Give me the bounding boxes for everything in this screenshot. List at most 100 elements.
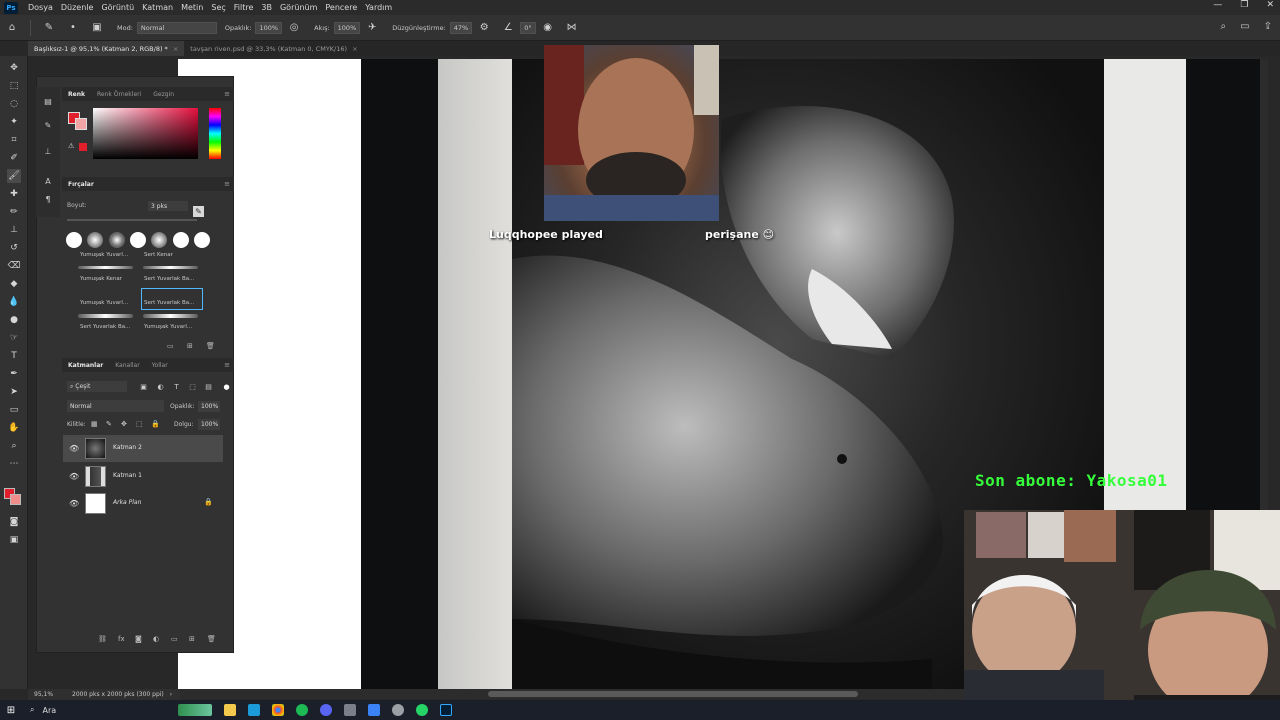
pressure-opacity-icon[interactable]: ◎ [287,21,301,35]
menu-3b[interactable]: 3B [257,3,276,12]
close-tab-icon[interactable]: × [173,45,178,53]
paint-bucket-icon[interactable]: ◆ [7,277,21,291]
symmetry-icon[interactable]: ⋈ [565,21,579,35]
marquee-tool-icon[interactable]: ⬚ [7,79,21,93]
adjustment-layer-icon[interactable]: ◐ [153,635,159,643]
share-icon[interactable]: ⇪ [1264,21,1272,32]
pixel-filter-icon[interactable]: ▣ [139,382,148,391]
lock-transparency-icon[interactable]: ▦ [91,420,98,428]
trash-icon[interactable]: 🗑 [206,342,215,350]
lock-pixels-icon[interactable]: ✎ [106,420,112,428]
crop-tool-icon[interactable]: ⌗ [7,133,21,147]
menu-pencere[interactable]: Pencere [321,3,361,12]
chrome-icon[interactable] [272,704,284,716]
tab-fircalar[interactable]: Fırçalar [62,181,100,188]
layer-mask-icon[interactable]: ◙ [135,635,142,643]
lasso-tool-icon[interactable]: ◌ [7,97,21,111]
smudge-tool-icon[interactable]: ☞ [7,331,21,345]
brush-tip[interactable] [66,232,82,248]
obs-icon[interactable] [344,704,356,716]
brush-tool-icon[interactable]: 🖌 [7,169,21,183]
screen-mode-icon[interactable]: ▣ [7,533,21,547]
minimize-icon[interactable]: — [1213,0,1222,10]
document-info[interactable]: 2000 pks x 2000 pks (300 ppi) [72,691,164,698]
layer-row[interactable]: 👁 Katman 2 [63,435,223,462]
brush-tip[interactable] [151,232,167,248]
color-picker-field[interactable] [93,108,198,159]
type-tool-icon[interactable]: T [7,349,21,363]
new-layer-icon[interactable]: ⊞ [189,635,195,643]
color-panel-background[interactable] [75,118,87,130]
tab-document-2[interactable]: tavşan riven.psd @ 33,3% (Katman 0, CMYK… [184,41,363,56]
menu-filtre[interactable]: Filtre [230,3,258,12]
blend-mode-select[interactable]: Normal [67,400,164,412]
menu-gorunum[interactable]: Görünüm [276,3,321,12]
clone-stamp-icon[interactable]: ⊥ [7,223,21,237]
panel-menu-icon[interactable]: ≡ [224,180,230,188]
tab-gezgin[interactable]: Gezgin [147,91,180,98]
brush-tool-preset-icon[interactable]: ✎ [42,21,56,35]
shape-tool-icon[interactable]: ▭ [7,403,21,417]
gear-icon[interactable]: ⚙ [477,21,491,35]
close-tab-icon[interactable]: × [352,45,357,53]
layer-name[interactable]: Katman 1 [113,472,142,479]
search-icon[interactable]: ⌕ [1221,21,1227,32]
widget-icon[interactable] [178,704,212,716]
opacity-field[interactable]: 100% [255,21,283,34]
layer-row[interactable]: 👁 Katman 1 [63,463,223,490]
photoshop-taskbar-icon[interactable] [440,704,452,716]
menu-duzenle[interactable]: Düzenle [57,3,98,12]
clone-source-icon[interactable]: ⊥ [42,145,54,157]
layer-opacity-field[interactable]: 100% [198,401,220,412]
flow-field[interactable]: 100% [333,21,361,34]
brush-settings-icon[interactable]: ▣ [90,21,104,35]
visibility-eye-icon[interactable]: 👁 [69,472,79,481]
gamut-swatch[interactable] [79,143,87,151]
taskbar-search[interactable]: ⌕ Ara [22,700,172,720]
visibility-eye-icon[interactable]: 👁 [69,444,79,453]
menu-metin[interactable]: Metin [177,3,207,12]
restore-icon[interactable]: ❐ [1240,0,1248,10]
link-layers-icon[interactable]: ⛓ [98,635,107,643]
tab-renk-ornekleri[interactable]: Renk Örnekleri [91,91,147,98]
tab-kanallar[interactable]: Kanallar [109,362,145,369]
delete-layer-icon[interactable]: 🗑 [207,635,216,643]
smoothing-field[interactable]: 47% [449,21,473,34]
panel-menu-icon[interactable]: ≡ [224,90,230,98]
character-panel-icon[interactable]: A [42,175,54,187]
menu-katman[interactable]: Katman [138,3,177,12]
tab-renk[interactable]: Renk [62,91,91,98]
tab-katmanlar[interactable]: Katmanlar [62,362,109,369]
brush-settings-panel-icon[interactable]: ✎ [42,119,54,131]
type-filter-icon[interactable]: T [172,382,181,391]
steam-icon[interactable] [248,704,260,716]
lock-position-icon[interactable]: ✥ [121,420,127,428]
discord-icon[interactable] [320,704,332,716]
brush-preset-label[interactable]: Yumuşak Kenar [80,276,122,282]
brush-preset-label[interactable]: Sert Yuvarlak Ba... [144,276,194,282]
lock-artboard-icon[interactable]: ⬚ [136,420,143,428]
brush-tip[interactable] [173,232,189,248]
brush-tip[interactable] [87,232,103,248]
file-explorer-icon[interactable] [224,704,236,716]
brush-tip[interactable] [130,232,146,248]
scroll-thumb[interactable] [488,691,858,697]
lock-all-icon[interactable]: 🔒 [151,420,160,428]
more-tools-icon[interactable]: ⋯ [7,457,21,471]
folder-icon[interactable]: ▭ [167,342,174,350]
settings-icon[interactable] [392,704,404,716]
zoom-level[interactable]: 95,1% [28,691,68,698]
brush-size-slider[interactable] [67,219,197,221]
brush-preset-label[interactable]: Yumuşak Yuvarl... [144,324,192,330]
brush-tip[interactable] [194,232,210,248]
history-brush-icon[interactable]: ↺ [7,241,21,255]
shape-filter-icon[interactable]: ⬚ [188,382,197,391]
windows-start-icon[interactable]: ⊞ [0,700,22,720]
workspace-icon[interactable]: ▭ [1240,21,1249,32]
pencil-tool-icon[interactable]: ✏ [7,205,21,219]
hue-slider[interactable] [209,108,221,159]
layer-name[interactable]: Katman 2 [113,444,142,451]
brush-tip[interactable] [109,232,125,248]
dodge-tool-icon[interactable]: ● [7,313,21,327]
angle-field[interactable]: 0° [520,21,536,34]
